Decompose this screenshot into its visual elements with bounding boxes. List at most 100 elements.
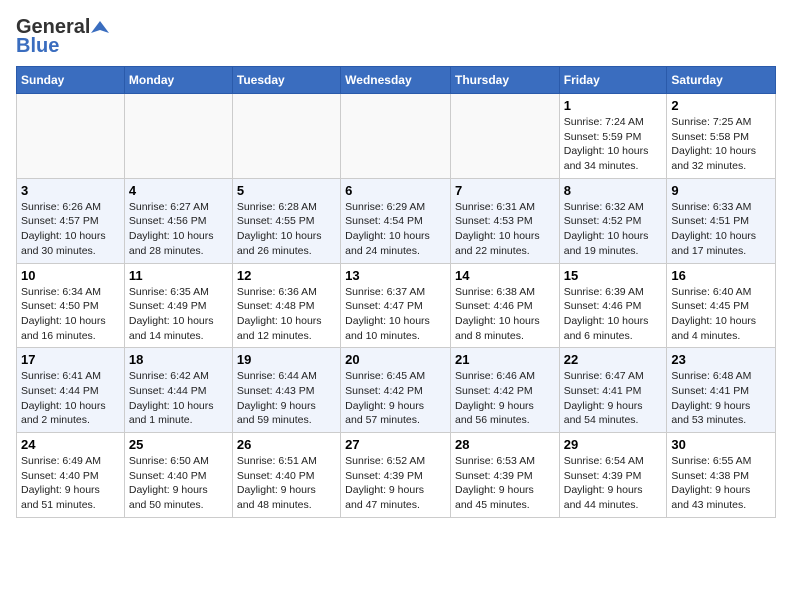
day-info: Sunrise: 6:45 AM Sunset: 4:42 PM Dayligh… — [345, 369, 446, 428]
calendar-cell: 7Sunrise: 6:31 AM Sunset: 4:53 PM Daylig… — [450, 178, 559, 263]
calendar-cell: 16 Sunrise: 6:40 AM Sunset: 4:45 PM Dayli… — [667, 263, 776, 348]
day-info: Sunrise: 6:36 AM Sunset: 4:48 PM Dayligh… — [237, 285, 336, 344]
calendar-cell: 11Sunrise: 6:35 AM Sunset: 4:49 PM Dayli… — [124, 263, 232, 348]
day-info: Sunrise: 6:40 AM Sunset: 4:45 PM Dayligh… — [671, 285, 771, 344]
day-number: 19 — [237, 352, 336, 367]
day-info: Sunrise: 6:35 AM Sunset: 4:49 PM Dayligh… — [129, 285, 228, 344]
day-number: 14 — [455, 268, 555, 283]
calendar-cell: 1 Sunrise: 7:24 AM Sunset: 5:59 PM Daylig… — [559, 94, 667, 179]
calendar-cell: 22 Sunrise: 6:47 AM Sunset: 4:41 PM Dayli… — [559, 348, 667, 433]
day-number: 7 — [455, 183, 555, 198]
day-info: Sunrise: 6:55 AM Sunset: 4:38 PM Dayligh… — [671, 454, 771, 513]
weekday-header-sunday: Sunday — [17, 67, 125, 94]
day-info: Sunrise: 6:50 AM Sunset: 4:40 PM Dayligh… — [129, 454, 228, 513]
day-number: 2 — [671, 98, 771, 113]
calendar-cell: 4 Sunrise: 6:27 AM Sunset: 4:56 PM Daylig… — [124, 178, 232, 263]
day-number: 10 — [21, 268, 120, 283]
day-info: Sunrise: 6:38 AM Sunset: 4:46 PM Dayligh… — [455, 285, 555, 344]
day-info: Sunrise: 6:39 AM Sunset: 4:46 PM Dayligh… — [564, 285, 663, 344]
day-number: 27 — [345, 437, 446, 452]
calendar-cell — [341, 94, 451, 179]
day-info: Sunrise: 6:33 AM Sunset: 4:51 PM Dayligh… — [671, 200, 771, 259]
day-info: Sunrise: 6:42 AM Sunset: 4:44 PM Dayligh… — [129, 369, 228, 428]
page-header: General Blue — [16, 16, 776, 58]
calendar-header-row: SundayMondayTuesdayWednesdayThursdayFrid… — [17, 67, 776, 94]
day-number: 12 — [237, 268, 336, 283]
calendar-cell: 21 Sunrise: 6:46 AM Sunset: 4:42 PM Dayli… — [450, 348, 559, 433]
calendar-cell: 5Sunrise: 6:28 AM Sunset: 4:55 PM Daylig… — [232, 178, 340, 263]
day-number: 30 — [671, 437, 771, 452]
day-info: Sunrise: 6:46 AM Sunset: 4:42 PM Dayligh… — [455, 369, 555, 428]
day-info: Sunrise: 6:37 AM Sunset: 4:47 PM Dayligh… — [345, 285, 446, 344]
calendar-week-5: 24 Sunrise: 6:49 AM Sunset: 4:40 PM Dayli… — [17, 433, 776, 518]
calendar-cell: 10 Sunrise: 6:34 AM Sunset: 4:50 PM Dayli… — [17, 263, 125, 348]
day-info: Sunrise: 7:25 AM Sunset: 5:58 PM Dayligh… — [671, 115, 771, 174]
day-info: Sunrise: 6:52 AM Sunset: 4:39 PM Dayligh… — [345, 454, 446, 513]
day-info: Sunrise: 6:47 AM Sunset: 4:41 PM Dayligh… — [564, 369, 663, 428]
day-info: Sunrise: 6:48 AM Sunset: 4:41 PM Dayligh… — [671, 369, 771, 428]
day-number: 25 — [129, 437, 228, 452]
calendar-cell: 28Sunrise: 6:53 AM Sunset: 4:39 PM Dayli… — [450, 433, 559, 518]
calendar-cell — [124, 94, 232, 179]
day-info: Sunrise: 6:44 AM Sunset: 4:43 PM Dayligh… — [237, 369, 336, 428]
calendar-cell — [232, 94, 340, 179]
calendar-cell: 8Sunrise: 6:32 AM Sunset: 4:52 PM Daylig… — [559, 178, 667, 263]
day-number: 18 — [129, 352, 228, 367]
day-info: Sunrise: 6:26 AM Sunset: 4:57 PM Dayligh… — [21, 200, 120, 259]
calendar-week-3: 10 Sunrise: 6:34 AM Sunset: 4:50 PM Dayli… — [17, 263, 776, 348]
calendar-body: 1 Sunrise: 7:24 AM Sunset: 5:59 PM Daylig… — [17, 94, 776, 518]
logo: General Blue — [16, 16, 109, 58]
calendar-cell: 18 Sunrise: 6:42 AM Sunset: 4:44 PM Dayli… — [124, 348, 232, 433]
calendar-cell: 12 Sunrise: 6:36 AM Sunset: 4:48 PM Dayli… — [232, 263, 340, 348]
day-number: 6 — [345, 183, 446, 198]
weekday-header-friday: Friday — [559, 67, 667, 94]
calendar-table: SundayMondayTuesdayWednesdayThursdayFrid… — [16, 66, 776, 518]
day-info: Sunrise: 6:34 AM Sunset: 4:50 PM Dayligh… — [21, 285, 120, 344]
weekday-header-thursday: Thursday — [450, 67, 559, 94]
calendar-cell — [17, 94, 125, 179]
calendar-cell: 30 Sunrise: 6:55 AM Sunset: 4:38 PM Dayli… — [667, 433, 776, 518]
day-info: Sunrise: 6:51 AM Sunset: 4:40 PM Dayligh… — [237, 454, 336, 513]
day-number: 26 — [237, 437, 336, 452]
day-number: 24 — [21, 437, 120, 452]
calendar-cell: 20 Sunrise: 6:45 AM Sunset: 4:42 PM Dayli… — [341, 348, 451, 433]
calendar-week-4: 17 Sunrise: 6:41 AM Sunset: 4:44 PM Dayli… — [17, 348, 776, 433]
calendar-cell: 6Sunrise: 6:29 AM Sunset: 4:54 PM Daylig… — [341, 178, 451, 263]
calendar-cell: 3 Sunrise: 6:26 AM Sunset: 4:57 PM Daylig… — [17, 178, 125, 263]
day-number: 8 — [564, 183, 663, 198]
day-info: Sunrise: 6:49 AM Sunset: 4:40 PM Dayligh… — [21, 454, 120, 513]
day-number: 9 — [671, 183, 771, 198]
day-number: 15 — [564, 268, 663, 283]
weekday-header-tuesday: Tuesday — [232, 67, 340, 94]
calendar-week-2: 3 Sunrise: 6:26 AM Sunset: 4:57 PM Daylig… — [17, 178, 776, 263]
day-number: 20 — [345, 352, 446, 367]
weekday-header-saturday: Saturday — [667, 67, 776, 94]
calendar-cell: 17 Sunrise: 6:41 AM Sunset: 4:44 PM Dayli… — [17, 348, 125, 433]
calendar-week-1: 1 Sunrise: 7:24 AM Sunset: 5:59 PM Daylig… — [17, 94, 776, 179]
calendar-cell: 13Sunrise: 6:37 AM Sunset: 4:47 PM Dayli… — [341, 263, 451, 348]
calendar-cell: 19 Sunrise: 6:44 AM Sunset: 4:43 PM Dayli… — [232, 348, 340, 433]
day-number: 22 — [564, 352, 663, 367]
calendar-cell — [450, 94, 559, 179]
day-info: Sunrise: 7:24 AM Sunset: 5:59 PM Dayligh… — [564, 115, 663, 174]
day-number: 1 — [564, 98, 663, 113]
day-number: 28 — [455, 437, 555, 452]
day-number: 23 — [671, 352, 771, 367]
day-number: 16 — [671, 268, 771, 283]
calendar-cell: 23 Sunrise: 6:48 AM Sunset: 4:41 PM Dayli… — [667, 348, 776, 433]
logo-bird-icon — [91, 19, 109, 37]
calendar-cell: 15 Sunrise: 6:39 AM Sunset: 4:46 PM Dayli… — [559, 263, 667, 348]
calendar-cell: 2 Sunrise: 7:25 AM Sunset: 5:58 PM Daylig… — [667, 94, 776, 179]
calendar-cell: 25 Sunrise: 6:50 AM Sunset: 4:40 PM Dayli… — [124, 433, 232, 518]
day-info: Sunrise: 6:27 AM Sunset: 4:56 PM Dayligh… — [129, 200, 228, 259]
day-number: 3 — [21, 183, 120, 198]
day-info: Sunrise: 6:41 AM Sunset: 4:44 PM Dayligh… — [21, 369, 120, 428]
day-number: 4 — [129, 183, 228, 198]
day-number: 21 — [455, 352, 555, 367]
calendar-cell: 26 Sunrise: 6:51 AM Sunset: 4:40 PM Dayli… — [232, 433, 340, 518]
day-info: Sunrise: 6:54 AM Sunset: 4:39 PM Dayligh… — [564, 454, 663, 513]
calendar-cell: 29Sunrise: 6:54 AM Sunset: 4:39 PM Dayli… — [559, 433, 667, 518]
logo-blue-text: Blue — [16, 35, 59, 58]
day-number: 17 — [21, 352, 120, 367]
calendar-cell: 24 Sunrise: 6:49 AM Sunset: 4:40 PM Dayli… — [17, 433, 125, 518]
